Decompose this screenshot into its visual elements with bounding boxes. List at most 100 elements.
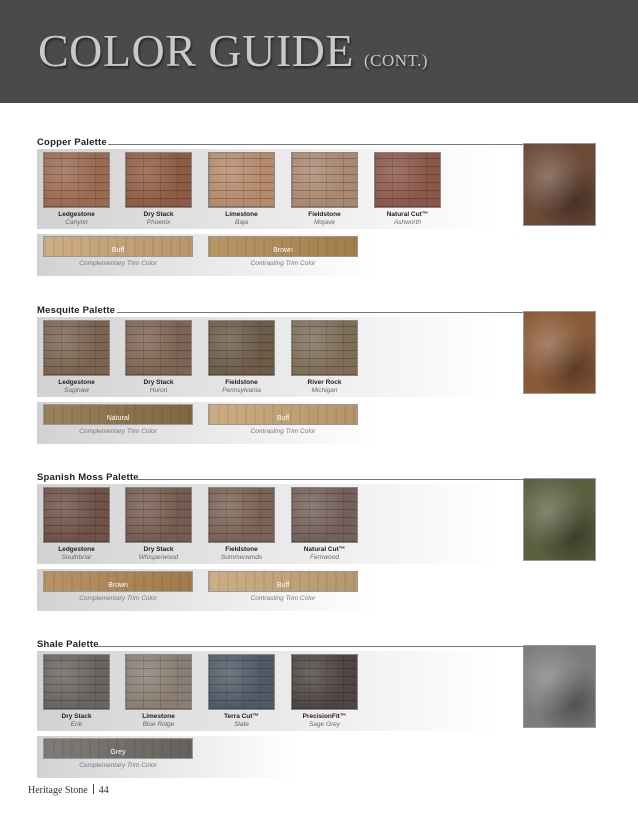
trim-swatch: Brown Complementary Trim Color — [43, 571, 193, 607]
stone-color-name: Huron — [149, 387, 168, 394]
stone-profile-name: Terra Cut™ — [224, 713, 259, 720]
trim-caption: Complementary Trim Color — [79, 762, 157, 769]
stone-profile-name: Fieldstone — [225, 546, 258, 553]
stone-texture-image — [125, 152, 192, 208]
trim-caption: Complementary Trim Color — [79, 260, 157, 267]
trim-swatch: Buff Contrasting Trim Color — [208, 571, 358, 607]
stone-profile-name: Dry Stack — [143, 379, 174, 386]
stone-texture-image — [208, 487, 275, 543]
trim-color-row: Buff Complementary Trim Color Brown Contras… — [37, 234, 377, 276]
stone-color-name: Mojave — [314, 219, 335, 226]
stone-color-name: Summerwinds — [220, 554, 263, 561]
stone-profile-name: Limestone — [142, 713, 175, 720]
trim-color-name: Grey — [110, 749, 126, 756]
trim-color-name: Buff — [276, 582, 290, 589]
stone-swatch-row: Ledgestone Southbriar Dry Stack Whisperwood… — [37, 484, 497, 564]
trim-color-name: Buff — [276, 415, 290, 422]
stone-profile-name: Ledgestone — [58, 211, 95, 218]
palette-rule — [108, 144, 595, 145]
stone-color-name: Slate — [234, 721, 249, 728]
palette-title: Spanish Moss Palette — [37, 472, 142, 483]
stone-color-name: Pennsylvania — [222, 387, 261, 394]
stone-profile-name: River Rock — [307, 379, 342, 386]
page-title-text: COLOR GUIDE — [38, 25, 354, 76]
trim-swatch: Natural Complementary Trim Color — [43, 404, 193, 440]
stone-profile-name: Fieldstone — [308, 211, 341, 218]
trim-swatch: Grey Complementary Trim Color — [43, 738, 193, 774]
trim-color-name: Natural — [106, 415, 130, 422]
trim-swatch: Brown Contrasting Trim Color — [208, 236, 358, 272]
stone-swatch-row: Dry Stack Erie Limestone Blue Ridge Terra Cu… — [37, 651, 497, 731]
stone-swatch-row: Ledgestone Canyon Dry Stack Phoenix Limeston… — [37, 149, 497, 229]
trim-swatch: Buff Complementary Trim Color — [43, 236, 193, 272]
palette-inspiration-photo — [523, 311, 596, 394]
trim-caption: Complementary Trim Color — [79, 595, 157, 602]
trim-color-row: Natural Complementary Trim Color Buff Contr… — [37, 402, 377, 444]
stone-texture-image — [208, 654, 275, 710]
footer-brand: Heritage Stone — [28, 785, 88, 796]
stone-profile-name: Natural Cut™ — [386, 211, 429, 218]
stone-color-name: Saginaw — [64, 387, 89, 394]
stone-profile-name: Ledgestone — [58, 379, 95, 386]
stone-profile-name: PrecisionFit™ — [302, 713, 347, 720]
palette-inspiration-photo — [523, 645, 596, 728]
stone-texture-image — [43, 320, 110, 376]
palette-inspiration-photo — [523, 143, 596, 226]
stone-profile-name: Ledgestone — [58, 546, 95, 553]
stone-profile-name: Dry Stack — [143, 546, 174, 553]
stone-texture-image — [291, 152, 358, 208]
stone-color-name: Sage Grey — [308, 721, 341, 728]
palette-section: Mesquite Palette Ledgestone Saginaw Dry Sta… — [0, 305, 638, 465]
stone-swatch-row: Ledgestone Saginaw Dry Stack Huron Fieldston… — [37, 317, 497, 397]
trim-caption: Contrasting Trim Color — [250, 428, 316, 435]
stone-profile-name: Fieldstone — [225, 379, 258, 386]
palette-rule — [98, 646, 595, 647]
stone-texture-image — [374, 152, 441, 208]
trim-color-name: Buff — [111, 247, 125, 254]
palette-title: Copper Palette — [37, 137, 110, 148]
stone-texture-image — [291, 320, 358, 376]
page-footer: Heritage Stone 44 — [28, 784, 109, 796]
palette-section: Shale Palette Dry Stack Erie Limestone Blue … — [0, 639, 638, 799]
palette-inspiration-photo — [523, 478, 596, 561]
stone-color-name: Phoenix — [146, 219, 171, 226]
trim-color-row: Brown Complementary Trim Color Buff Contras… — [37, 569, 377, 611]
stone-color-name: Whisperwood — [138, 554, 179, 561]
stone-texture-image — [125, 654, 192, 710]
trim-swatch: Buff Contrasting Trim Color — [208, 404, 358, 440]
stone-color-name: Blue Ridge — [142, 721, 175, 728]
stone-texture-image — [208, 152, 275, 208]
palette-section: Copper Palette Ledgestone Canyon Dry Stack P… — [0, 137, 638, 297]
page-header: COLOR GUIDE (CONT.) — [0, 0, 638, 103]
stone-color-name: Ashworth — [393, 219, 422, 226]
stone-texture-image — [43, 654, 110, 710]
stone-color-name: Fernwood — [310, 554, 339, 561]
trim-caption: Contrasting Trim Color — [250, 595, 316, 602]
stone-texture-image — [125, 320, 192, 376]
stone-profile-name: Natural Cut™ — [303, 546, 346, 553]
stone-color-name: Michigan — [311, 387, 338, 394]
trim-caption: Contrasting Trim Color — [250, 260, 316, 267]
stone-texture-image — [43, 152, 110, 208]
palette-title: Shale Palette — [37, 639, 102, 650]
stone-profile-name: Dry Stack — [143, 211, 174, 218]
palette-section: Spanish Moss Palette Ledgestone Southbriar… — [0, 472, 638, 632]
stone-color-name: Canyon — [65, 219, 88, 226]
footer-divider — [92, 784, 94, 794]
palette-title: Mesquite Palette — [37, 305, 119, 316]
stone-profile-name: Limestone — [225, 211, 258, 218]
stone-color-name: Baja — [234, 219, 248, 226]
stone-color-name: Erie — [70, 721, 83, 728]
stone-texture-image — [43, 487, 110, 543]
stone-texture-image — [125, 487, 192, 543]
page-number: 44 — [98, 785, 109, 796]
page-title: COLOR GUIDE (CONT.) — [38, 24, 428, 77]
stone-texture-image — [291, 654, 358, 710]
stone-profile-name: Dry Stack — [61, 713, 92, 720]
stone-color-name: Southbriar — [61, 554, 92, 561]
trim-caption: Complementary Trim Color — [79, 428, 157, 435]
page-subtitle: (CONT.) — [363, 51, 429, 70]
trim-color-row: Grey Complementary Trim Color — [37, 736, 297, 778]
stone-texture-image — [208, 320, 275, 376]
trim-color-name: Brown — [108, 582, 128, 589]
